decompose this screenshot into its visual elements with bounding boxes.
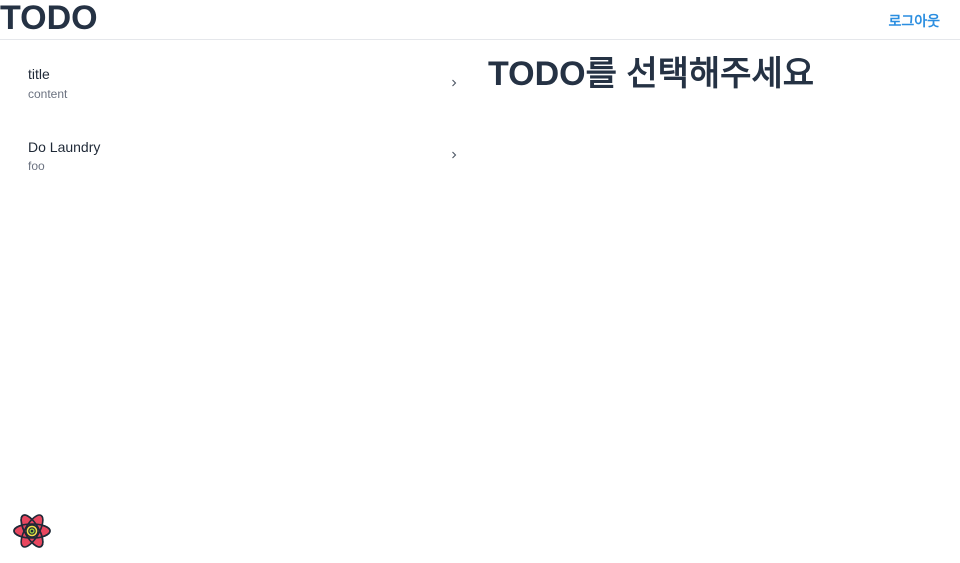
- chevron-right-icon: [452, 151, 457, 159]
- logout-button[interactable]: 로그아웃: [888, 12, 940, 30]
- select-todo-prompt: TODO를 선택해주세요: [488, 55, 815, 93]
- todo-content: content: [28, 87, 68, 101]
- app-header: TODO 로그아웃: [0, 0, 960, 40]
- chevron-right-icon: [452, 79, 457, 87]
- todo-list-item[interactable]: Do Laundry foo: [0, 125, 470, 185]
- todo-title: title: [28, 66, 50, 82]
- todo-list-item[interactable]: title content: [0, 53, 470, 113]
- react-logo-icon[interactable]: [12, 511, 52, 551]
- todo-list: title content Do Laundry foo: [0, 40, 470, 563]
- todo-title: Do Laundry: [28, 139, 101, 155]
- todo-content: foo: [28, 159, 45, 173]
- app-title: TODO: [0, 0, 98, 37]
